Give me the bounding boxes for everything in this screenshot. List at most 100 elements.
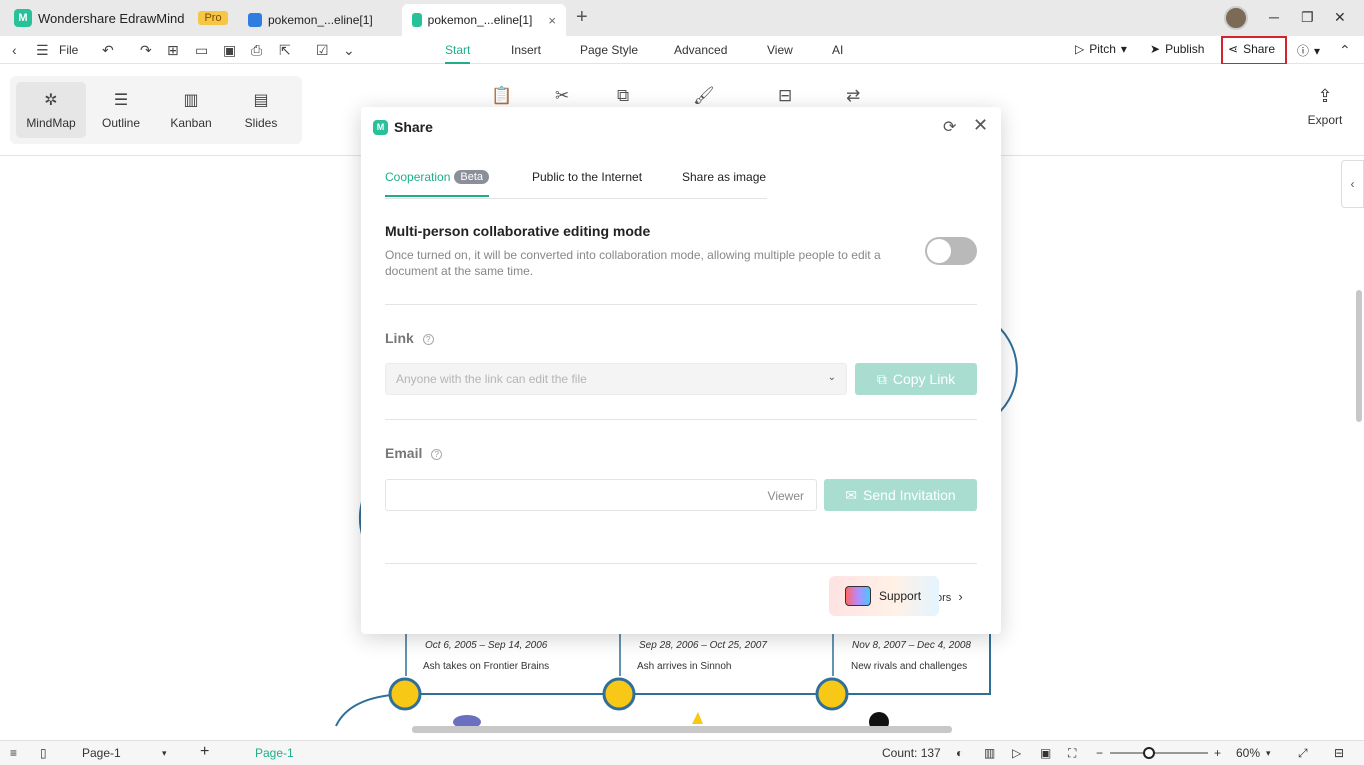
view-mindmap-button[interactable]: ✲ MindMap xyxy=(16,82,86,138)
close-window-icon[interactable]: ✕ xyxy=(1334,9,1346,26)
link-title-text: Link xyxy=(385,330,414,346)
publish-label: Publish xyxy=(1165,42,1205,56)
close-tab-icon[interactable]: × xyxy=(548,13,556,28)
format-painter-icon[interactable]: 🖌 xyxy=(693,86,715,106)
checklist-icon[interactable]: ☑ xyxy=(316,42,329,59)
word-count: Count: 137 xyxy=(882,746,941,760)
mindmap-doc-icon xyxy=(412,13,422,27)
refresh-icon[interactable]: ⟳ xyxy=(943,117,956,137)
export-button[interactable]: ⇪ Export xyxy=(1304,86,1346,127)
more-dropdown-icon[interactable]: ⌄ xyxy=(343,42,355,59)
node-2-date[interactable]: Sep 28, 2006 – Oct 25, 2007 xyxy=(639,640,767,651)
avatar[interactable] xyxy=(1224,6,1248,30)
tab-ai[interactable]: AI xyxy=(832,43,843,57)
help-icon[interactable]: ? xyxy=(431,449,443,460)
tab-public-internet[interactable]: Public to the Internet xyxy=(532,170,642,184)
minimize-icon[interactable]: ─ xyxy=(1269,9,1279,25)
zoom-out-icon[interactable]: − xyxy=(1096,746,1103,760)
collab-mode-toggle[interactable] xyxy=(925,237,977,265)
support-button[interactable]: Support xyxy=(829,576,939,616)
more-link[interactable]: ors › xyxy=(936,589,963,604)
export-menu-icon[interactable]: ⇱ xyxy=(279,42,291,59)
node-2-text[interactable]: Ash arrives in Sinnoh xyxy=(637,661,732,672)
new-tab-button[interactable]: + xyxy=(576,6,588,29)
zoom-slider[interactable] xyxy=(1110,747,1208,759)
side-panel-toggle[interactable]: ‹ xyxy=(1341,160,1364,208)
tab-cooperation-label: Cooperation xyxy=(385,170,451,184)
horizontal-scrollbar[interactable] xyxy=(412,726,952,733)
email-section-title: Email ? xyxy=(385,445,443,461)
status-bar: ≡ ▯ Page-1 ▾ + Page-1 Count: 137 ◐ ▥ ▷ ▣… xyxy=(0,740,1364,765)
help-icon: ⓘ xyxy=(1297,44,1310,58)
node-1-text[interactable]: Ash takes on Frontier Brains xyxy=(423,661,549,672)
undo-icon[interactable]: ↶ xyxy=(102,42,114,59)
view-kanban-button[interactable]: ▥ Kanban xyxy=(156,82,226,138)
help-icon[interactable]: ? xyxy=(422,334,434,345)
send-invitation-button[interactable]: ✉ Send Invitation xyxy=(824,479,977,511)
role-select[interactable]: Viewer xyxy=(768,489,804,503)
doc-tab-1-label: pokemon_...eline[1] xyxy=(268,13,373,27)
split-view-icon[interactable]: ⊟ xyxy=(1334,746,1344,760)
mail-icon: ✉ xyxy=(845,486,858,503)
theme-icon[interactable]: ◐ xyxy=(956,746,963,760)
pro-badge[interactable]: Pro xyxy=(198,11,228,25)
open-folder-icon[interactable]: ▭ xyxy=(195,42,208,59)
tab-advanced[interactable]: Advanced xyxy=(674,43,727,57)
file-menu[interactable]: File xyxy=(59,43,78,57)
collapse-ribbon-icon[interactable]: ⌃ xyxy=(1339,42,1351,59)
send-icon: ➤ xyxy=(1150,42,1161,56)
fullscreen-fit-icon[interactable]: ⛶ xyxy=(1068,746,1076,761)
publish-button[interactable]: ➤ Publish xyxy=(1150,42,1204,56)
zoom-slider-knob[interactable] xyxy=(1143,747,1156,759)
tab-cooperation[interactable]: Cooperation Beta xyxy=(385,170,490,197)
redo-icon[interactable]: ↷ xyxy=(140,42,152,59)
restore-icon[interactable]: ❐ xyxy=(1301,9,1314,26)
page-tab[interactable]: Page-1 xyxy=(255,746,294,760)
chevron-down-icon: ▾ xyxy=(1314,43,1321,58)
node-3-date[interactable]: Nov 8, 2007 – Dec 4, 2008 xyxy=(852,640,971,651)
add-page-icon[interactable]: + xyxy=(200,743,209,761)
fullscreen-icon[interactable]: ⤢ xyxy=(1298,746,1308,761)
paste-icon[interactable]: 📋 xyxy=(491,86,512,106)
doc-tab-2[interactable]: pokemon_...eline[1] × xyxy=(402,4,566,36)
node-1-date[interactable]: Oct 6, 2005 – Sep 14, 2006 xyxy=(425,640,547,651)
tab-page-style[interactable]: Page Style xyxy=(580,43,638,57)
relationship-icon[interactable]: ⇄ xyxy=(846,86,860,106)
book-icon[interactable]: ▥ xyxy=(984,746,995,760)
cut-icon[interactable]: ✂ xyxy=(555,86,569,106)
zoom-chevron-icon[interactable]: ▾ xyxy=(1266,748,1271,759)
view-outline-button[interactable]: ☰ Outline xyxy=(86,82,156,138)
tab-view[interactable]: View xyxy=(767,43,793,57)
tab-insert[interactable]: Insert xyxy=(511,43,541,57)
play-icon[interactable]: ▷ xyxy=(1012,746,1021,760)
print-icon[interactable]: ⎙ xyxy=(251,42,262,59)
page-list-icon[interactable]: ≡ xyxy=(10,746,17,760)
pitch-button[interactable]: ▷ Pitch ▾ xyxy=(1075,42,1127,56)
sidebar-icon[interactable]: ▯ xyxy=(40,746,47,760)
copy-link-button[interactable]: ⧉ Copy Link xyxy=(855,363,977,395)
timeline-node-3 xyxy=(815,677,849,711)
fit-page-icon[interactable]: ▣ xyxy=(1040,746,1051,760)
menu-icon[interactable]: ☰ xyxy=(36,42,49,59)
vertical-scrollbar[interactable] xyxy=(1356,290,1362,422)
close-icon[interactable]: ✕ xyxy=(973,115,988,136)
help-button[interactable]: ⓘ ▾ xyxy=(1297,42,1320,59)
page-select[interactable]: Page-1 xyxy=(82,746,121,760)
view-slides-label: Slides xyxy=(244,116,278,130)
doc-tab-1[interactable]: pokemon_...eline[1] xyxy=(238,4,383,36)
node-3-text[interactable]: New rivals and challenges xyxy=(851,661,967,672)
timeline-node-1 xyxy=(388,677,422,711)
new-file-icon[interactable]: ⊞ xyxy=(167,42,179,59)
zoom-level[interactable]: 60% xyxy=(1236,746,1260,760)
insert-topic-icon[interactable]: ⊟ xyxy=(778,86,792,106)
page-select-chevron-icon[interactable]: ▾ xyxy=(162,748,167,759)
save-icon[interactable]: ▣ xyxy=(223,42,236,59)
view-slides-button[interactable]: ▤ Slides xyxy=(226,82,296,138)
tab-share-image[interactable]: Share as image xyxy=(682,170,766,184)
email-field[interactable]: Viewer xyxy=(385,479,817,511)
tab-start[interactable]: Start xyxy=(445,43,471,64)
zoom-in-icon[interactable]: + xyxy=(1214,746,1221,760)
link-permission-select[interactable]: Anyone with the link can edit the file ⌄ xyxy=(385,363,847,395)
back-icon[interactable]: ‹ xyxy=(12,42,17,58)
copy-icon[interactable]: ⧉ xyxy=(617,86,629,106)
